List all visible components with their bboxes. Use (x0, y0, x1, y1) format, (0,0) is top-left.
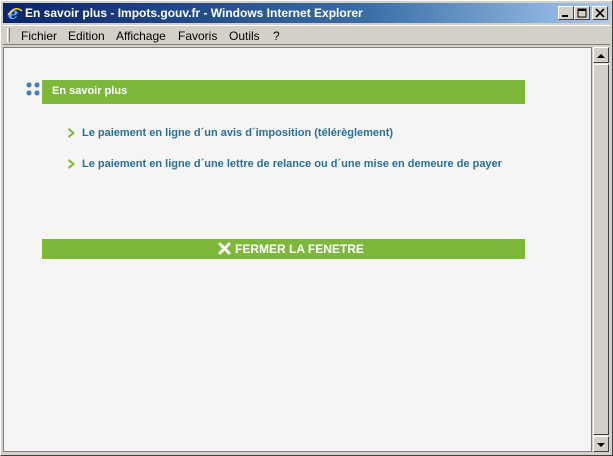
x-icon (218, 242, 231, 255)
dots-icon (26, 82, 40, 96)
browser-window: e En savoir plus - Impots.gouv.fr - Wind… (0, 0, 613, 456)
chevron-right-icon (68, 128, 75, 138)
close-window-label: FERMER LA FENETRE (235, 242, 364, 256)
chevron-right-icon (68, 159, 75, 169)
section-title: En savoir plus (52, 85, 128, 97)
scroll-up-button[interactable] (593, 47, 609, 63)
link-item: Le paiement en ligne d´une lettre de rel… (68, 157, 508, 172)
minimize-button[interactable] (558, 6, 574, 20)
menu-favoris[interactable]: Favoris (178, 29, 217, 43)
ie-icon: e (7, 5, 23, 21)
maximize-icon (577, 8, 587, 18)
arrow-down-icon (597, 443, 605, 447)
page-content: En savoir plus Le paiement en ligne d´un… (3, 47, 592, 452)
title-bar[interactable]: e En savoir plus - Impots.gouv.fr - Wind… (3, 3, 610, 23)
menu-help[interactable]: ? (273, 29, 280, 43)
vertical-scrollbar[interactable] (593, 47, 609, 452)
section-header: En savoir plus (42, 80, 525, 104)
menu-edition[interactable]: Edition (68, 29, 105, 43)
scrollbar-thumb[interactable] (593, 64, 609, 435)
maximize-button[interactable] (574, 6, 590, 20)
link-item: Le paiement en ligne d´un avis d´imposit… (68, 126, 508, 141)
scroll-down-button[interactable] (593, 436, 609, 452)
close-icon (595, 8, 605, 18)
menu-fichier[interactable]: Fichier (21, 29, 57, 43)
minimize-icon (562, 15, 568, 17)
toolbar-grip[interactable] (7, 28, 10, 42)
menu-bar: Fichier Edition Affichage Favoris Outils… (3, 25, 610, 45)
close-window-bar-button[interactable]: FERMER LA FENETRE (42, 239, 525, 259)
window-title: En savoir plus - Impots.gouv.fr - Window… (25, 6, 363, 20)
arrow-up-icon (597, 54, 605, 58)
close-window-button[interactable] (592, 6, 608, 20)
menu-affichage[interactable]: Affichage (116, 29, 166, 43)
link-relance[interactable]: Le paiement en ligne d´une lettre de rel… (82, 157, 508, 172)
link-teleglement[interactable]: Le paiement en ligne d´un avis d´imposit… (82, 126, 508, 141)
menu-outils[interactable]: Outils (229, 29, 260, 43)
